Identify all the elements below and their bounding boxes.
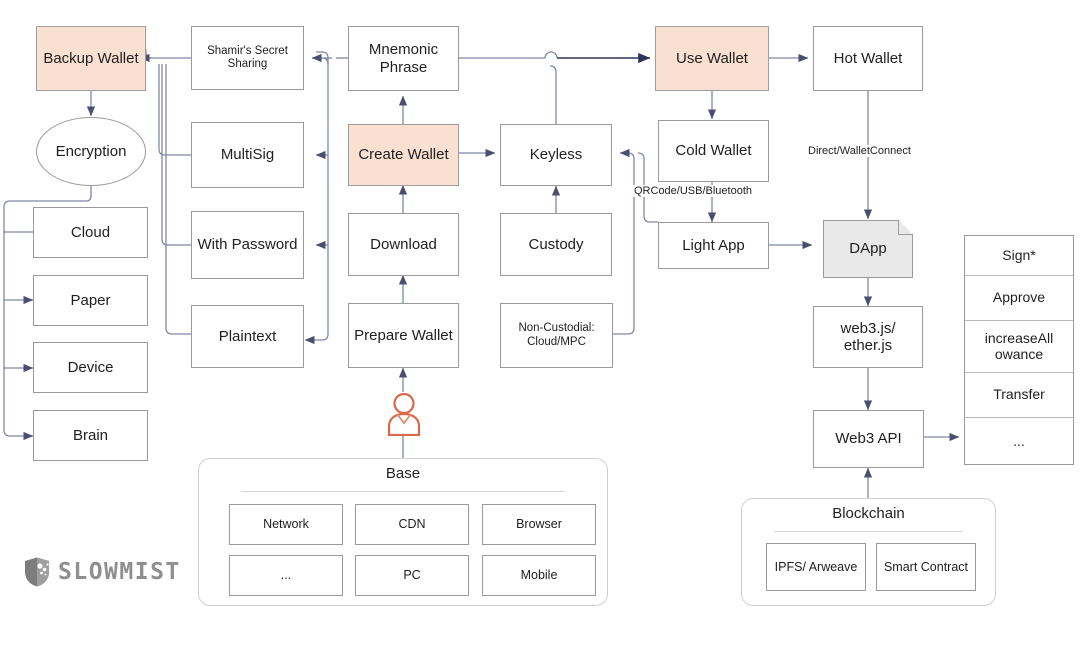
node-label: Smart Contract: [883, 559, 969, 574]
node-download[interactable]: Download: [348, 213, 459, 276]
node-label: Custody: [528, 235, 584, 253]
list-item-label: increaseAllowance: [984, 329, 1054, 362]
list-item-label: ...: [1013, 432, 1025, 449]
node-label: Backup Wallet: [43, 49, 139, 67]
shield-icon: [22, 556, 52, 588]
node-non-custodial[interactable]: Non-Custodial: Cloud/MPC: [500, 303, 613, 368]
list-item[interactable]: ...: [965, 418, 1073, 465]
diagram-canvas: Backup Wallet Encryption Cloud Paper Dev…: [0, 0, 1080, 649]
actions-list: Sign* Approve increaseAllowance Transfer…: [964, 235, 1074, 465]
node-with-password[interactable]: With Password: [191, 211, 304, 279]
brand-logo: SLOWMIST: [22, 556, 181, 588]
base-item-cdn[interactable]: CDN: [355, 504, 469, 545]
node-label: Browser: [516, 517, 562, 532]
list-item[interactable]: increaseAllowance: [965, 321, 1073, 373]
node-label: Encryption: [55, 143, 127, 160]
node-custody[interactable]: Custody: [500, 213, 612, 276]
base-group-title: Base: [385, 465, 421, 482]
node-label: Cloud: [70, 223, 111, 241]
node-web3-api[interactable]: Web3 API: [813, 410, 924, 468]
list-item-label: Transfer: [993, 386, 1045, 403]
node-label: Cold Wallet: [675, 142, 752, 160]
list-item-label: Approve: [992, 289, 1046, 306]
node-label: ...: [280, 568, 292, 583]
list-item[interactable]: Approve: [965, 276, 1073, 321]
node-label: Hot Wallet: [833, 49, 903, 67]
node-label: MultiSig: [220, 146, 275, 164]
list-item[interactable]: Sign*: [965, 236, 1073, 276]
node-label: Shamir's Secret Sharing: [207, 44, 288, 70]
node-label: Mobile: [520, 568, 558, 583]
node-label: Device: [67, 358, 114, 376]
base-group-divider: [241, 491, 565, 492]
node-prepare-wallet[interactable]: Prepare Wallet: [348, 303, 459, 368]
node-hot-wallet[interactable]: Hot Wallet: [813, 26, 923, 91]
node-encryption[interactable]: Encryption: [36, 117, 146, 186]
base-item-more[interactable]: ...: [229, 555, 343, 596]
node-label: With Password: [197, 236, 298, 254]
user-actor-icon: [385, 392, 423, 437]
note-document-icon: [898, 220, 913, 235]
node-label: Brain: [72, 426, 109, 444]
node-label: Use Wallet: [676, 49, 748, 67]
node-keyless[interactable]: Keyless: [500, 124, 612, 186]
blockchain-group: Blockchain IPFS/ Arweave Smart Contract: [741, 498, 996, 606]
node-use-wallet[interactable]: Use Wallet: [655, 26, 769, 91]
node-light-app[interactable]: Light App: [658, 222, 769, 269]
node-cold-wallet[interactable]: Cold Wallet: [658, 120, 769, 182]
node-label: Keyless: [529, 146, 583, 164]
node-label: Mnemonic Phrase: [368, 41, 439, 76]
node-label: Prepare Wallet: [354, 326, 453, 344]
node-label: Download: [370, 235, 437, 253]
node-label: PC: [403, 568, 421, 583]
blockchain-item-ipfs-arweave[interactable]: IPFS/ Arweave: [766, 543, 866, 591]
node-label: IPFS/ Arweave: [774, 559, 858, 574]
node-plaintext[interactable]: Plaintext: [191, 305, 304, 368]
node-paper[interactable]: Paper: [33, 275, 148, 326]
node-label: Non-Custodial: Cloud/MPC: [518, 322, 595, 348]
node-label: CDN: [398, 517, 426, 532]
node-label: Paper: [70, 291, 111, 309]
node-label: web3.js/ ether.js: [840, 319, 896, 354]
edge-label-direct-walletconnect: Direct/WalletConnect: [806, 145, 913, 157]
node-label: Create Wallet: [358, 146, 449, 164]
node-label: DApp: [849, 240, 887, 258]
node-create-wallet[interactable]: Create Wallet: [348, 124, 459, 186]
node-backup-wallet[interactable]: Backup Wallet: [36, 26, 146, 91]
node-cloud[interactable]: Cloud: [33, 207, 148, 258]
node-multisig[interactable]: MultiSig: [191, 122, 304, 188]
node-brain[interactable]: Brain: [33, 410, 148, 461]
node-label: Web3 API: [835, 430, 902, 448]
blockchain-group-title: Blockchain: [832, 505, 905, 522]
node-device[interactable]: Device: [33, 342, 148, 393]
node-label: Network: [263, 517, 309, 532]
base-item-browser[interactable]: Browser: [482, 504, 596, 545]
base-item-mobile[interactable]: Mobile: [482, 555, 596, 596]
base-group: Base Network CDN Browser ... PC Mobile: [198, 458, 608, 606]
list-item[interactable]: Transfer: [965, 373, 1073, 418]
base-item-network[interactable]: Network: [229, 504, 343, 545]
node-dapp[interactable]: DApp: [823, 220, 913, 278]
node-mnemonic-phrase[interactable]: Mnemonic Phrase: [348, 26, 459, 91]
node-shamir-secret-sharing[interactable]: Shamir's Secret Sharing: [191, 26, 304, 90]
base-item-pc[interactable]: PC: [355, 555, 469, 596]
list-item-label: Sign*: [1002, 246, 1036, 263]
brand-name: SLOWMIST: [58, 559, 181, 585]
node-label: Light App: [682, 236, 745, 254]
blockchain-item-smart-contract[interactable]: Smart Contract: [876, 543, 976, 591]
edge-label-qrcode-usb-bluetooth: QRCode/USB/Bluetooth: [632, 185, 755, 197]
node-label: Plaintext: [218, 327, 277, 345]
node-web3js-etherjs[interactable]: web3.js/ ether.js: [813, 306, 923, 368]
blockchain-group-divider: [774, 531, 963, 532]
